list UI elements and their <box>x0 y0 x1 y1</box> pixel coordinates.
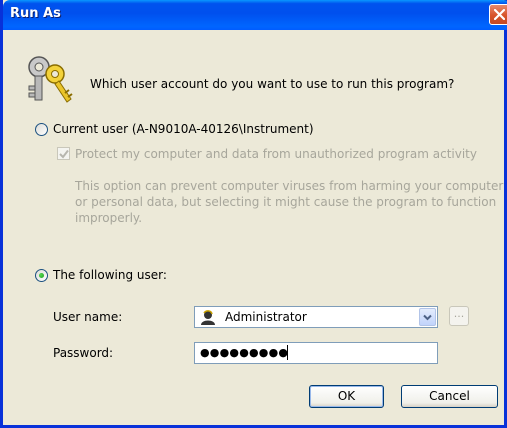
cancel-button[interactable]: Cancel <box>401 385 498 408</box>
chevron-down-icon <box>423 314 432 321</box>
dialog-body: Which user account do you want to use to… <box>3 30 507 428</box>
prompt-text: Which user account do you want to use to… <box>90 77 455 91</box>
run-as-dialog: Run As Which user account do you want to… <box>0 0 507 428</box>
window-title: Run As <box>10 6 61 21</box>
current-user-label[interactable]: Current user (A-N9010A-40126\Instrument) <box>53 122 314 136</box>
close-icon <box>494 9 505 20</box>
following-user-label[interactable]: The following user: <box>53 268 167 282</box>
protect-description: This option can prevent computer viruses… <box>75 179 504 225</box>
password-label: Password: <box>53 346 114 360</box>
protect-label: Protect my computer and data from unauth… <box>75 147 477 161</box>
username-combobox[interactable]: Administrator <box>194 306 438 328</box>
close-button[interactable] <box>489 4 507 25</box>
ok-button[interactable]: OK <box>309 385 384 408</box>
radio-selected-dot <box>39 273 44 278</box>
browse-users-button[interactable]: ... <box>449 306 469 326</box>
protect-checkbox[interactable] <box>57 147 70 160</box>
current-user-radio[interactable] <box>35 123 48 136</box>
title-bar[interactable]: Run As <box>3 0 507 30</box>
following-user-radio[interactable] <box>35 269 48 282</box>
text-caret <box>287 345 288 360</box>
username-value: Administrator <box>225 310 307 324</box>
username-dropdown-button[interactable] <box>419 308 436 326</box>
username-label: User name: <box>53 310 123 324</box>
user-icon <box>201 310 215 325</box>
checkmark-icon <box>59 149 69 159</box>
password-value: ●●●●●●●●● <box>200 346 289 359</box>
keys-icon <box>28 56 73 103</box>
password-input[interactable]: ●●●●●●●●● <box>194 342 438 364</box>
